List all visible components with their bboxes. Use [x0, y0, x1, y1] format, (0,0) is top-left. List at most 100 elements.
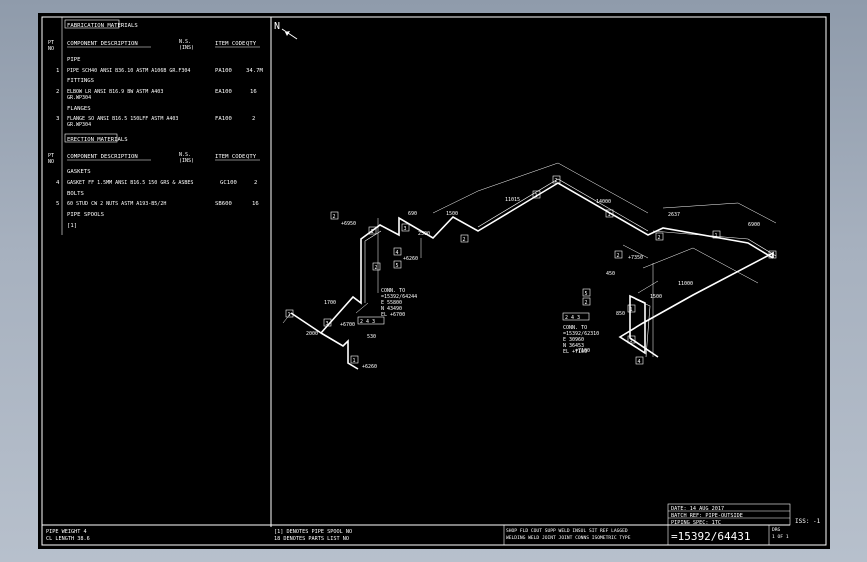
- flange-desc-2: GR.WP304: [67, 122, 91, 128]
- col-ns-unit-b: (INS): [179, 158, 194, 164]
- title-cols-row1: SHOP FLD COUT SUPP WELD INSUL SIT REF LA…: [506, 528, 628, 534]
- north-label: N: [274, 21, 280, 32]
- spools-heading: PIPE SPOOLS: [67, 212, 104, 218]
- pt-no-header-b2: NO: [48, 159, 54, 165]
- flange-code: FA100: [215, 116, 232, 122]
- title-cols-row2: WELDING WELD JOINT JOINT CONNS ISOMETRIC…: [506, 535, 631, 541]
- conn1-line-4: EL +6700: [381, 312, 405, 318]
- pipe-desc: PIPE SCH40 ANSI B36.10 ASTM A106B GR.F30…: [67, 68, 190, 74]
- piping-spec-line: PIPING SPEC: 1TC: [671, 520, 721, 526]
- bolt-desc: 60 STUD CW 2 NUTS ASTM A193-B5/2H: [67, 201, 166, 207]
- part-tag-2: 3: [404, 226, 407, 232]
- dim-label-0: +6950: [341, 221, 356, 227]
- spools-value: [1]: [67, 223, 77, 229]
- drawing-number: =15392/64431: [671, 530, 750, 543]
- pipe-weight: PIPE WEIGHT 4: [46, 529, 87, 535]
- cl-length: CL LENGTH 38.6: [46, 536, 90, 542]
- part-tag-9: 2: [658, 235, 661, 241]
- flange-pt: 3: [56, 116, 59, 122]
- pipe-pt: 1: [56, 68, 59, 74]
- bolt-code: SB600: [215, 201, 232, 207]
- erection-title: ERECTION MATERIALS: [67, 137, 128, 143]
- dim-label-14: 1700: [324, 300, 336, 306]
- fitting-pt: 2: [56, 89, 59, 95]
- col-item-code: ITEM CODE: [215, 41, 246, 47]
- dim-label-12: 1500: [650, 294, 662, 300]
- pipe-qty: 34.7M: [246, 68, 263, 74]
- materials-list: FABRICATION MATERIALS PT NO COMPONENT DE…: [48, 19, 263, 229]
- dimension-lines: [282, 162, 777, 357]
- part-tag-20: 4: [638, 359, 641, 365]
- dim-label-6: 14000: [596, 199, 611, 205]
- gasket-qty: 2: [254, 180, 257, 186]
- flange-tag-right: 2 4 3: [565, 315, 580, 321]
- part-tag-6: 1: [535, 193, 538, 199]
- part-tag-7: 2: [555, 178, 558, 184]
- drawing-canvas: FABRICATION MATERIALS PT NO COMPONENT DE…: [41, 16, 827, 546]
- col-qty-b: QTY: [246, 154, 257, 160]
- date-line: DATE: 14 AUG 2017: [671, 506, 724, 512]
- pipe-route-right: [618, 251, 774, 358]
- batch-line: BATCH REF: PIPE-OUTSIDE: [671, 513, 743, 519]
- fitting-qty: 16: [250, 89, 257, 95]
- dim-label-11: 450: [606, 271, 615, 277]
- gaskets-heading: GASKETS: [67, 169, 91, 175]
- dim-label-16: +6260: [362, 364, 377, 370]
- part-tag-10: 1: [715, 233, 718, 239]
- dim-label-5: 11015: [505, 197, 520, 203]
- gasket-code: GC100: [220, 180, 237, 186]
- isometric-drawing-sheet: FABRICATION MATERIALS PT NO COMPONENT DE…: [38, 13, 830, 549]
- part-tag-0: 2: [333, 214, 336, 220]
- bolt-pt: 5: [56, 201, 59, 207]
- part-tag-3: 4: [396, 250, 399, 256]
- iss-label: ISS: -1: [795, 518, 821, 525]
- fitting-code: EA100: [215, 89, 232, 95]
- col-ns-unit: (INS): [179, 45, 194, 51]
- drg-value: 1 OF 1: [772, 534, 789, 540]
- part-tag-4: 5: [396, 263, 399, 269]
- gasket-pt: 4: [56, 180, 60, 186]
- note-spool: [1] DENOTES PIPE SPOOL NO: [274, 529, 352, 535]
- dim-label-9: +7350: [628, 255, 643, 261]
- part-tag-16: 5: [585, 291, 588, 297]
- dim-label-7: 2637: [668, 212, 680, 218]
- part-tags: 2 1 3 4 5 2 1 2 1 2 1 2 1 3 1 2 5 2 1 3 …: [285, 175, 777, 365]
- col-qty: QTY: [246, 41, 257, 47]
- dim-label-19: 530: [367, 334, 376, 340]
- outer-frame: [41, 16, 827, 546]
- part-tag-12: 1: [288, 312, 291, 318]
- flanges-heading: FLANGES: [67, 106, 91, 112]
- part-tag-1: 1: [371, 229, 374, 235]
- conn2-line-4: EL +7100: [563, 349, 587, 355]
- part-tag-15: 2: [617, 253, 620, 259]
- part-tag-11: 2: [771, 253, 774, 259]
- dim-label-3: 2500: [418, 231, 430, 237]
- dim-label-13: 850: [616, 311, 625, 317]
- col-description-b: COMPONENT DESCRIPTION: [67, 154, 138, 160]
- dim-label-15: +6700: [340, 322, 355, 328]
- dim-label-18: 2000: [306, 331, 318, 337]
- fittings-heading: FITTINGS: [67, 78, 94, 84]
- flange-tag-left: 2 4 3: [360, 319, 375, 325]
- drawing-labels: +6950 +6260 690 2500 1500 11015 14000 26…: [306, 197, 760, 370]
- pipe-code: PA100: [215, 68, 232, 74]
- gasket-desc: GASKET FF 1.5MM ANSI B16.5 150 GRS & ASB…: [67, 180, 193, 186]
- part-tag-5: 2: [463, 237, 466, 243]
- part-tag-8: 1: [608, 212, 611, 218]
- part-tag-13: 3: [326, 321, 329, 327]
- bolts-heading: BOLTS: [67, 191, 84, 197]
- dim-label-10: 11000: [678, 281, 693, 287]
- dim-label-8: 6900: [748, 222, 760, 228]
- bolt-qty: 16: [252, 201, 259, 207]
- north-arrow: N: [274, 21, 298, 40]
- pipe-heading: PIPE: [67, 57, 81, 63]
- fitting-desc-2: GR.WP304: [67, 95, 91, 101]
- part-tag-19: 3: [630, 338, 633, 344]
- part-tag-18: 1: [630, 307, 633, 313]
- col-description: COMPONENT DESCRIPTION: [67, 41, 138, 47]
- col-item-code-b: ITEM CODE: [215, 154, 246, 160]
- part-tag-17: 2: [585, 300, 588, 306]
- note-parts: 18 DENOTES PARTS LIST NO: [274, 536, 349, 542]
- drg-label: DRG: [772, 527, 781, 533]
- part-tag-14: 1: [353, 358, 356, 364]
